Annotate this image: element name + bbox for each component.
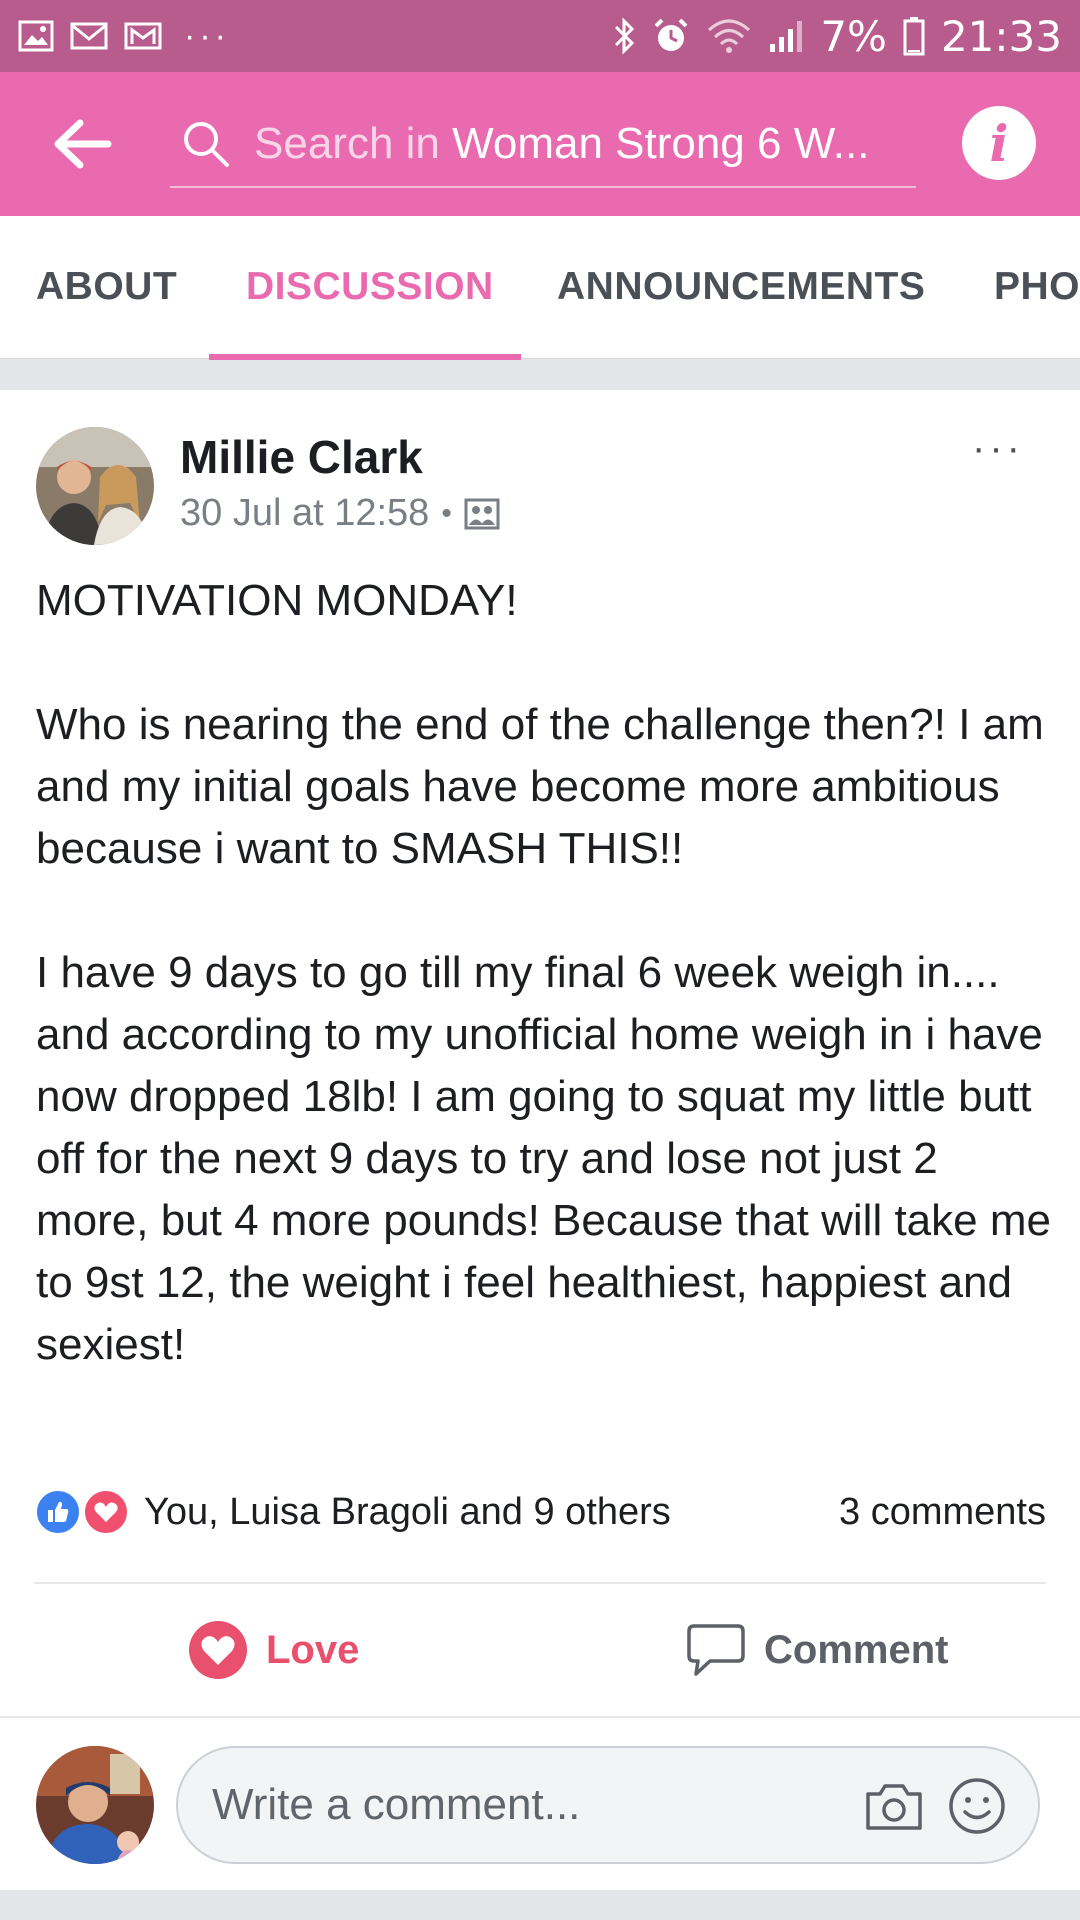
tab-discussion[interactable]: DISCUSSION	[246, 216, 494, 358]
author-avatar-image	[36, 427, 154, 545]
signal-icon	[770, 21, 803, 52]
search-input[interactable]: Search in Woman Strong 6 W...	[170, 102, 916, 188]
info-button[interactable]: i	[962, 106, 1036, 180]
back-arrow-icon[interactable]	[52, 117, 112, 171]
like-reaction-icon	[34, 1488, 82, 1536]
my-avatar	[36, 1746, 154, 1864]
my-avatar-image	[36, 1746, 154, 1864]
camera-icon[interactable]	[864, 1782, 924, 1832]
app-bar: Search in Woman Strong 6 W... i	[0, 72, 1080, 216]
emoji-icon[interactable]	[948, 1777, 1006, 1835]
post-card: Millie Clark 30 Jul at 12:58 • ··· MOTIV…	[0, 390, 1080, 1716]
group-tabs: ABOUT DISCUSSION ANNOUNCEMENTS PHO	[0, 216, 1080, 359]
gallery-icon	[18, 20, 54, 52]
comment-icon	[687, 1624, 745, 1676]
alarm-icon	[654, 18, 688, 51]
reaction-icons	[34, 1486, 138, 1538]
tab-announcements[interactable]: ANNOUNCEMENTS	[557, 216, 925, 358]
love-reaction-icon	[82, 1488, 130, 1536]
post-paragraph: MOTIVATION MONDAY!	[36, 576, 518, 625]
comment-composer: Write a comment...	[0, 1716, 1080, 1892]
status-bar: ··· 7% 21:33	[0, 0, 1080, 72]
tab-about[interactable]: ABOUT	[36, 216, 177, 358]
post-options-button[interactable]: ···	[972, 428, 1024, 468]
comment-placeholder: Write a comment...	[212, 1780, 581, 1829]
author-avatar[interactable]	[36, 427, 154, 545]
love-label: Love	[266, 1627, 360, 1672]
post-timestamp[interactable]: 30 Jul at 12:58	[180, 492, 429, 535]
search-placeholder: Search in	[254, 119, 453, 168]
wifi-icon	[708, 19, 751, 53]
post-paragraph: I have 9 days to go till my final 6 week…	[36, 948, 1051, 1369]
search-text: Search in Woman Strong 6 W...	[254, 119, 869, 169]
bluetooth-icon	[615, 17, 635, 55]
search-icon	[184, 122, 229, 167]
comment-button[interactable]: Comment	[686, 1618, 948, 1682]
comment-label: Comment	[764, 1627, 949, 1672]
battery-percent: 7%	[820, 11, 887, 61]
love-button[interactable]: Love	[188, 1618, 359, 1682]
photo-post-icon	[464, 498, 500, 529]
reactions-summary[interactable]: You, Luisa Bragoli and 9 others 3 commen…	[34, 1486, 1046, 1538]
battery-icon	[903, 17, 925, 56]
mail-icon	[70, 22, 108, 50]
gmail-icon	[124, 22, 162, 50]
post-body: MOTIVATION MONDAY! Who is nearing the en…	[36, 570, 1056, 1376]
more-notifications-icon: ···	[184, 16, 230, 55]
clock: 21:33	[940, 11, 1062, 61]
comments-count[interactable]: 3 comments	[839, 1491, 1046, 1534]
reactions-text: You, Luisa Bragoli and 9 others	[144, 1490, 671, 1533]
search-group-name: Woman Strong 6 W...	[452, 119, 870, 168]
meta-separator: •	[441, 496, 452, 530]
divider	[34, 1582, 1046, 1584]
love-icon	[189, 1621, 247, 1679]
status-bar-left: ···	[18, 17, 230, 56]
post-meta: 30 Jul at 12:58 •	[180, 492, 500, 535]
status-bar-right: 7% 21:33	[612, 12, 1062, 61]
post-paragraph: Who is nearing the end of the challenge …	[36, 700, 1044, 873]
bottom-strip	[0, 1890, 1080, 1920]
info-icon: i	[989, 113, 1009, 173]
tab-photos[interactable]: PHO	[994, 216, 1080, 358]
post-author[interactable]: Millie Clark	[180, 430, 423, 484]
comment-input[interactable]: Write a comment...	[176, 1746, 1040, 1864]
active-tab-indicator	[209, 354, 521, 360]
